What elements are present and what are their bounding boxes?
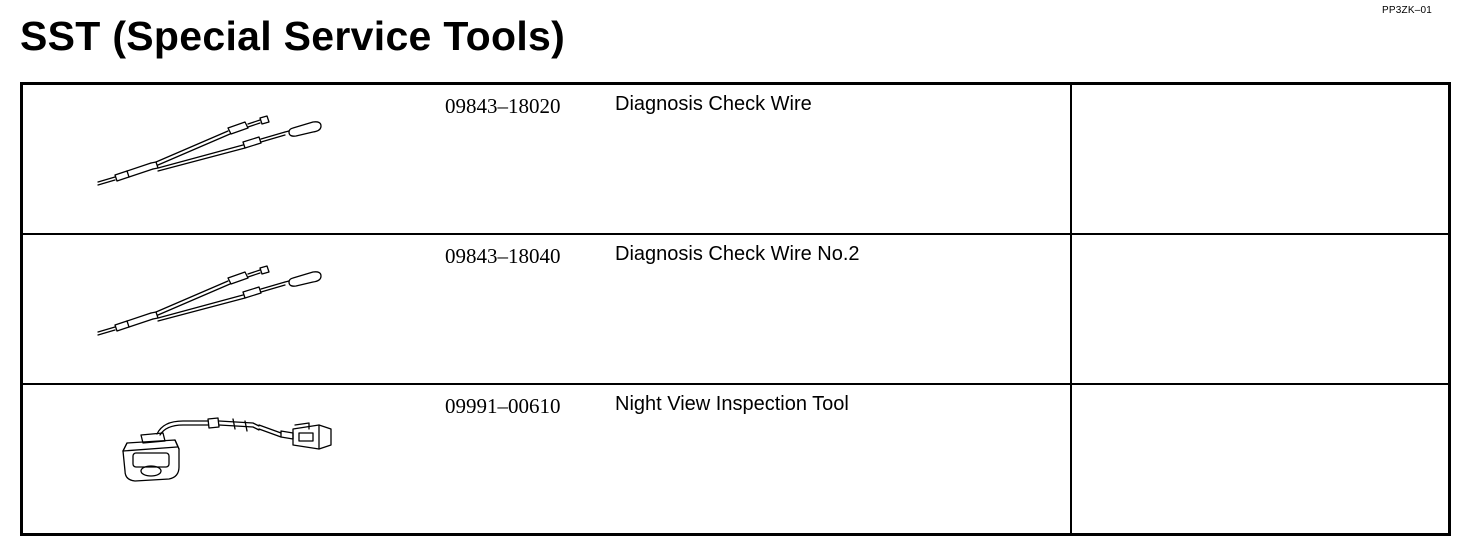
tool-illustration-cell xyxy=(20,383,443,536)
page-title: SST (Special Service Tools) xyxy=(20,13,566,59)
tool-name: Diagnosis Check Wire No.2 xyxy=(615,233,1071,385)
remark-cell xyxy=(1070,233,1451,385)
tool-row: 09991–00610 Night View Inspection Tool xyxy=(20,383,1451,536)
tool-name: Diagnosis Check Wire xyxy=(615,82,1071,235)
sst-table: 09843–18020 Diagnosis Check Wire 09843–1… xyxy=(20,82,1451,536)
tool-row: 09843–18020 Diagnosis Check Wire xyxy=(20,82,1451,235)
tool-row: 09843–18040 Diagnosis Check Wire No.2 xyxy=(20,233,1451,385)
part-number: 09991–00610 xyxy=(443,383,615,536)
remark-cell xyxy=(1070,383,1451,536)
remark-cell xyxy=(1070,82,1451,235)
diagnosis-check-wire-icon xyxy=(97,265,322,336)
document-code: PP3ZK–01 xyxy=(1382,5,1432,16)
tool-illustration-cell xyxy=(20,82,443,235)
diagnosis-check-wire-icon xyxy=(97,115,322,186)
part-number: 09843–18020 xyxy=(443,82,615,235)
night-view-inspection-tool-icon xyxy=(122,417,332,482)
part-number: 09843–18040 xyxy=(443,233,615,385)
tool-illustration-cell xyxy=(20,233,443,385)
tool-name: Night View Inspection Tool xyxy=(615,383,1071,536)
